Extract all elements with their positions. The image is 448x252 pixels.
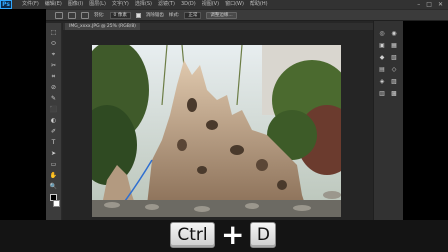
swatches-panel-icon[interactable]: ▤: [379, 66, 385, 73]
marquee-tool-preset-icon[interactable]: [55, 11, 63, 19]
menu-type[interactable]: 文字(Y): [112, 0, 129, 9]
right-letterbox: [403, 21, 448, 252]
style-label: 样式:: [168, 13, 180, 18]
stamp-tool-icon[interactable]: ⬛: [49, 106, 59, 113]
minimize-icon[interactable]: –: [417, 0, 420, 9]
paths-panel-icon[interactable]: ▧: [391, 54, 397, 61]
background-color-swatch[interactable]: [53, 200, 60, 207]
maximize-icon[interactable]: □: [426, 0, 432, 9]
ctrl-key: Ctrl: [170, 222, 215, 248]
feather-input[interactable]: 0 像素: [109, 11, 131, 19]
document-tab-bar: IMG_xxxx.JPG @ 25% (RGB/8): [63, 23, 373, 30]
menu-select[interactable]: 选择(S): [135, 0, 152, 9]
gradient-tool-icon[interactable]: ◐: [49, 117, 59, 124]
add-selection-icon[interactable]: [81, 11, 89, 19]
history-panel-icon[interactable]: ◎: [379, 30, 384, 37]
brush-panel-icon[interactable]: ◇: [392, 66, 397, 73]
hand-tool-icon[interactable]: ✋: [49, 172, 59, 179]
adjustments-panel-icon[interactable]: ◈: [380, 78, 385, 85]
refine-edge-button[interactable]: 调整边缘...: [206, 11, 237, 19]
channels-panel-icon[interactable]: ▦: [391, 42, 397, 49]
menu-items: 文件(F) 编辑(E) 图像(I) 图层(L) 文字(Y) 选择(S) 滤镜(T…: [22, 0, 268, 9]
character-panel-icon[interactable]: ▨: [391, 78, 397, 85]
document-tab[interactable]: IMG_xxxx.JPG @ 25% (RGB/8): [65, 23, 140, 30]
crop-tool-icon[interactable]: ✂: [49, 62, 59, 69]
menu-help[interactable]: 帮助(H): [250, 0, 268, 9]
tools-panel: ⬚ ⬭ ⌖ ✂ ⌗ ⊘ ✎ ⬛ ◐ ✐ T ➤ ▭ ✋ 🔍: [46, 23, 62, 223]
menu-3d[interactable]: 3D(D): [181, 0, 196, 9]
layers-panel-icon[interactable]: ◉: [391, 30, 396, 37]
pen-tool-icon[interactable]: ✐: [49, 128, 59, 135]
quick-select-tool-icon[interactable]: ⌖: [49, 51, 59, 58]
menu-filter[interactable]: 滤镜(T): [158, 0, 175, 9]
style-select[interactable]: 正常: [184, 11, 202, 19]
menu-bar: Ps 文件(F) 编辑(E) 图像(I) 图层(L) 文字(Y) 选择(S) 滤…: [0, 0, 448, 9]
antialias-label: 消除锯齿: [145, 13, 164, 18]
new-selection-icon[interactable]: [68, 11, 76, 19]
rockery-photo: [92, 45, 341, 217]
eyedropper-tool-icon[interactable]: ⌗: [49, 73, 59, 80]
plus-sign: +: [221, 218, 245, 251]
menu-edit[interactable]: 编辑(E): [45, 0, 62, 9]
panel-icon-column: ◎ ▣ ◆ ▤ ◈ ▥: [376, 30, 388, 97]
d-key: D: [250, 222, 277, 248]
color-panel-icon[interactable]: ◆: [380, 54, 385, 61]
styles-panel-icon[interactable]: ▥: [379, 90, 385, 97]
healing-tool-icon[interactable]: ⊘: [49, 84, 59, 91]
properties-panel-icon[interactable]: ▣: [379, 42, 385, 49]
type-tool-icon[interactable]: T: [49, 139, 59, 146]
close-icon[interactable]: ✕: [438, 0, 443, 9]
marquee-tool-icon[interactable]: ⬚: [49, 29, 59, 36]
path-select-tool-icon[interactable]: ➤: [49, 150, 59, 157]
feather-label: 羽化:: [94, 13, 105, 18]
menu-layer[interactable]: 图层(L): [89, 0, 106, 9]
options-bar: 羽化: 0 像素 消除锯齿 样式: 正常 调整边缘...: [0, 9, 448, 21]
menu-window[interactable]: 窗口(W): [225, 0, 244, 9]
lasso-tool-icon[interactable]: ⬭: [49, 40, 59, 47]
paragraph-panel-icon[interactable]: ▩: [391, 90, 397, 97]
brush-tool-icon[interactable]: ✎: [49, 95, 59, 102]
antialias-checkbox[interactable]: [135, 12, 141, 18]
menu-image[interactable]: 图像(I): [68, 0, 83, 9]
photoshop-logo-icon: Ps: [0, 0, 12, 9]
left-letterbox: [0, 9, 46, 252]
zoom-tool-icon[interactable]: 🔍: [49, 183, 59, 190]
menu-file[interactable]: 文件(F): [22, 0, 39, 9]
photo-canvas[interactable]: [92, 45, 341, 217]
panel-icon-column-2: ◉ ▦ ▧ ◇ ▨ ▩: [388, 30, 400, 97]
photoshop-window: Ps 文件(F) 编辑(E) 图像(I) 图层(L) 文字(Y) 选择(S) 滤…: [0, 0, 448, 252]
keyboard-shortcut-overlay: Ctrl + D: [170, 218, 277, 251]
window-controls: – □ ✕: [417, 0, 448, 9]
menu-view[interactable]: 视图(V): [202, 0, 219, 9]
shape-tool-icon[interactable]: ▭: [49, 161, 59, 168]
